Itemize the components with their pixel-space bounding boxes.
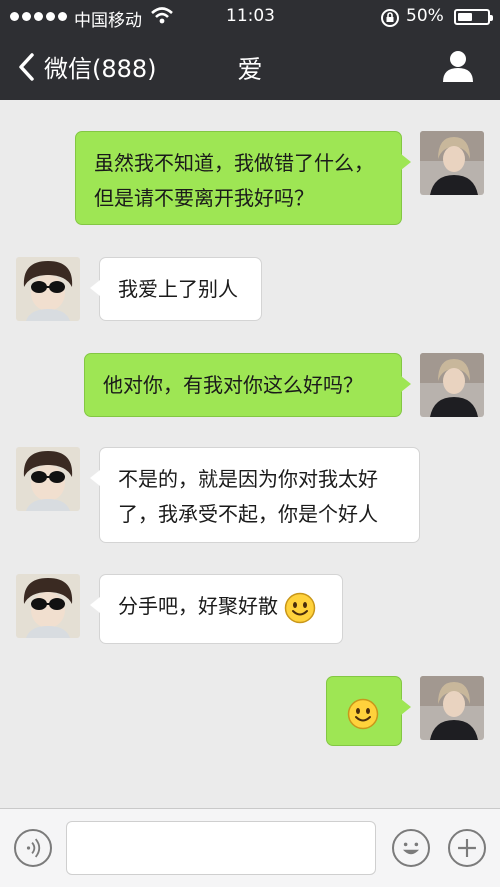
message-text: 虽然我不知道，我做错了什么，但是请不要离开我好吗？ xyxy=(94,151,374,210)
message-bubble[interactable]: 分手吧，好聚好散 xyxy=(90,574,343,644)
avatar[interactable] xyxy=(16,447,80,511)
input-toolbar xyxy=(0,808,500,887)
avatar[interactable] xyxy=(420,353,484,417)
navigation-bar: 微信(888) 爱 xyxy=(0,34,500,100)
status-bar: 中国移动 11:03 50% xyxy=(0,0,500,34)
battery-percentage: 50% xyxy=(406,6,444,26)
person-icon[interactable] xyxy=(440,48,476,84)
avatar[interactable] xyxy=(420,676,484,740)
clock: 11:03 xyxy=(226,6,275,26)
message-text: 我爱上了别人 xyxy=(118,277,238,301)
message-text: 他对你，有我对你这么好吗？ xyxy=(103,373,363,397)
message-bubble[interactable] xyxy=(326,676,411,746)
chat-title: 爱 xyxy=(237,55,263,84)
avatar[interactable] xyxy=(16,574,80,638)
signal-strength-icon xyxy=(10,12,67,21)
rotation-lock-icon xyxy=(381,9,399,27)
message-bubble[interactable]: 他对你，有我对你这么好吗？ xyxy=(84,353,411,417)
avatar[interactable] xyxy=(420,131,484,195)
smile-emoji-icon xyxy=(347,698,379,729)
message-bubble[interactable]: 虽然我不知道，我做错了什么，但是请不要离开我好吗？ xyxy=(75,131,411,225)
message-bubble[interactable]: 我爱上了别人 xyxy=(90,257,262,321)
battery-icon xyxy=(454,9,493,25)
voice-icon[interactable] xyxy=(14,829,52,867)
emoji-icon[interactable] xyxy=(392,829,430,867)
message-text: 分手吧，好聚好散 xyxy=(118,594,278,618)
plus-icon[interactable] xyxy=(448,829,486,867)
smile-emoji-icon xyxy=(285,592,316,623)
carrier-name: 中国移动 xyxy=(74,11,142,31)
message-bubble[interactable]: 不是的，就是因为你对我太好了，我承受不起，你是个好人 xyxy=(90,447,420,543)
message-input[interactable] xyxy=(66,821,376,875)
message-text: 不是的，就是因为你对我太好了，我承受不起，你是个好人 xyxy=(118,467,378,526)
wifi-icon xyxy=(151,7,173,24)
header: 中国移动 11:03 50% 微信(888) 爱 xyxy=(0,0,500,100)
avatar[interactable] xyxy=(16,257,80,321)
